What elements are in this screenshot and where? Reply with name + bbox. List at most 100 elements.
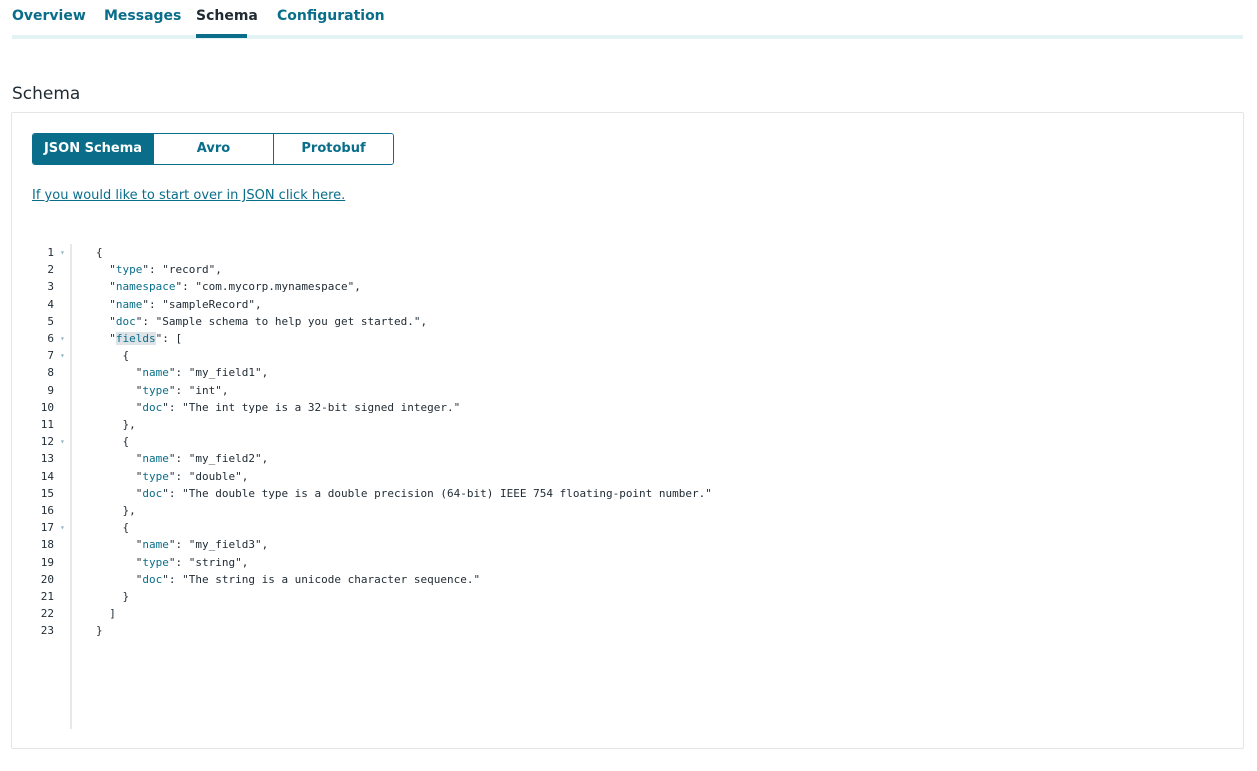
protobuf-button[interactable]: Protobuf <box>273 134 393 164</box>
line-number: 20 <box>40 572 54 586</box>
code-text: ": "my_field1", <box>168 366 269 380</box>
code-line: "name": "my_field3", <box>96 536 268 553</box>
code-text: } <box>96 624 103 638</box>
code-line: "doc": "The int type is a 32-bit signed … <box>96 399 461 416</box>
line-number: 6 <box>47 332 54 345</box>
code-text: ": "my_field2", <box>168 452 269 466</box>
code-text: ": "The string is a unicode character se… <box>162 572 481 586</box>
code-line: "name": "sampleRecord", <box>96 296 261 313</box>
code-text: " <box>96 538 143 552</box>
json-key: type <box>142 555 169 569</box>
code-text: ": "double", <box>168 469 249 483</box>
tab-messages[interactable]: Messages <box>104 8 181 24</box>
code-text: " <box>96 314 116 328</box>
fold-toggle-icon[interactable]: ▾ <box>60 433 65 450</box>
tab-schema[interactable]: Schema <box>196 8 258 24</box>
json-key: doc <box>142 572 163 586</box>
code-line: "doc": "The string is a unicode characte… <box>96 571 480 588</box>
tab-configuration[interactable]: Configuration <box>277 8 385 24</box>
line-number: 3 <box>47 280 54 294</box>
line-number: 18 <box>40 538 54 552</box>
code-line: { <box>96 244 103 261</box>
json-key: type <box>142 469 169 483</box>
active-tab-indicator <box>196 34 247 38</box>
schema-card: JSON Schema Avro Protobuf If you would l… <box>11 112 1244 749</box>
code-text: " <box>96 486 143 500</box>
code-text: " <box>96 383 143 397</box>
json-key: name <box>142 538 169 552</box>
line-number: 22 <box>40 607 54 621</box>
code-line: }, <box>96 502 135 519</box>
json-key: doc <box>115 314 136 328</box>
code-text: " <box>96 332 116 345</box>
code-text: ": [ <box>155 332 183 345</box>
page-title: Schema <box>12 84 81 105</box>
code-line: } <box>96 588 129 605</box>
code-text: ": "int", <box>168 383 229 397</box>
start-over-json-link[interactable]: If you would like to start over in JSON … <box>32 188 345 203</box>
line-number: 16 <box>40 504 54 517</box>
code-text: }, <box>96 418 136 431</box>
code-line: "doc": "The double type is a double prec… <box>96 485 712 502</box>
line-number-gutter: 1 ▾ 2 3 4 5 6 ▾ 7 ▾ 8 9 10 11 12 ▾ 13 14 15 16 17 ▾ 18 19 20 21 22… <box>32 244 72 729</box>
code-text: " <box>96 400 143 414</box>
line-number: 5 <box>47 314 54 328</box>
code-text: ] <box>96 607 116 621</box>
tab-overview[interactable]: Overview <box>12 8 86 24</box>
line-number: 10 <box>40 400 54 414</box>
json-key: fields <box>115 332 156 345</box>
code-text: { <box>96 521 130 535</box>
fold-toggle-icon[interactable]: ▾ <box>60 347 65 364</box>
line-number: 11 <box>40 418 54 431</box>
code-text: { <box>96 246 103 259</box>
code-text: " <box>96 280 116 294</box>
code-text: ": "com.mycorp.mynamespace", <box>175 280 361 294</box>
json-schema-button[interactable]: JSON Schema <box>33 134 153 164</box>
code-text: ": "Sample schema to help you get starte… <box>135 314 428 328</box>
code-line: "name": "my_field2", <box>96 450 268 467</box>
code-text: ": "record", <box>142 263 222 277</box>
line-number: 23 <box>40 624 54 638</box>
json-key: name <box>142 452 169 466</box>
code-line: "type": "int", <box>96 382 229 399</box>
line-number: 8 <box>47 366 54 380</box>
schema-type-selector: JSON Schema Avro Protobuf <box>32 133 394 165</box>
code-text: " <box>96 263 116 277</box>
line-number: 21 <box>40 590 54 603</box>
code-text: " <box>96 452 143 466</box>
code-line: "doc": "Sample schema to help you get st… <box>96 313 427 330</box>
code-text: { <box>96 349 130 363</box>
code-line: { <box>96 433 129 450</box>
json-key: doc <box>142 486 163 500</box>
line-number: 13 <box>40 452 54 466</box>
code-text: ": "my_field3", <box>168 538 269 552</box>
code-line: "fields": [ <box>96 330 182 347</box>
code-text: { <box>96 435 130 449</box>
code-text: " <box>96 297 116 311</box>
json-key: name <box>142 366 169 380</box>
code-line: "type": "string", <box>96 554 249 571</box>
json-key: doc <box>142 400 163 414</box>
tab-bar: Overview Messages Schema Configuration <box>12 0 1243 39</box>
code-line: "type": "double", <box>96 468 249 485</box>
code-text: ": "The int type is a 32-bit signed inte… <box>162 400 461 414</box>
line-number: 1 <box>47 246 54 259</box>
line-number: 7 <box>47 349 54 363</box>
code-editor[interactable]: 1 ▾ 2 3 4 5 6 ▾ 7 ▾ 8 9 10 11 12 ▾ 13 14 15 16 17 ▾ 18 19 20 21 22… <box>32 244 1222 729</box>
code-text: ": "string", <box>168 555 249 569</box>
line-number: 14 <box>40 469 54 483</box>
fold-toggle-icon[interactable]: ▾ <box>60 519 65 536</box>
fold-toggle-icon[interactable]: ▾ <box>60 244 65 261</box>
code-line: "type": "record", <box>96 261 222 278</box>
line-number: 15 <box>40 486 54 500</box>
line-number: 19 <box>40 555 54 569</box>
fold-toggle-icon[interactable]: ▾ <box>60 330 65 347</box>
line-number: 12 <box>40 435 54 449</box>
code-text: " <box>96 572 143 586</box>
line-number: 9 <box>47 383 54 397</box>
code-text: } <box>96 590 130 603</box>
avro-button[interactable]: Avro <box>153 134 273 164</box>
line-number: 2 <box>47 263 54 277</box>
line-number: 4 <box>47 297 54 311</box>
code-line: "namespace": "com.mycorp.mynamespace", <box>96 278 361 295</box>
